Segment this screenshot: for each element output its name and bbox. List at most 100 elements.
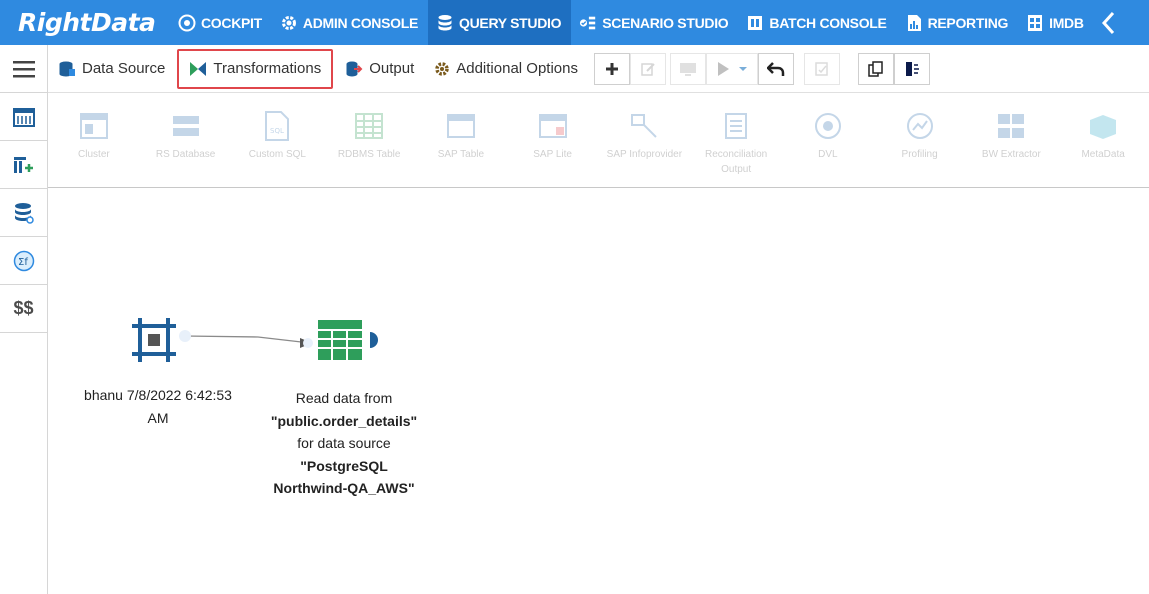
transform-icon <box>189 61 207 77</box>
rightdata-logo[interactable]: RightData <box>0 0 170 45</box>
palette-item-reconciliation-output[interactable]: Reconciliation Output <box>690 93 782 187</box>
left-sidebar: Σf $$ <box>0 45 48 594</box>
rs-database-icon <box>171 111 201 141</box>
tab-output[interactable]: Output <box>335 51 424 87</box>
read-node-caption-line4: "PostgreSQL <box>300 457 388 474</box>
undo-button[interactable] <box>757 52 794 85</box>
palette-item-rdbms-table[interactable]: RDBMS Table <box>323 93 415 187</box>
tab-data-source-label: Data Source <box>82 60 166 77</box>
imdb-icon <box>1026 14 1044 32</box>
edit-icon <box>641 62 655 76</box>
gear-icon <box>280 14 298 32</box>
check-doc-icon <box>815 61 828 76</box>
table-icon <box>318 320 378 360</box>
palette-item-custom-sql[interactable]: SQL Custom SQL <box>232 93 324 187</box>
palette-item-cluster[interactable]: Cluster <box>48 93 140 187</box>
nav-query-studio[interactable]: QUERY STUDIO <box>428 0 572 45</box>
read-node-caption-line5: Northwind-QA_AWS" <box>273 480 415 496</box>
workflow-canvas[interactable]: bhanu 7/8/2022 6:42:53 AM Read data from… <box>48 189 1149 594</box>
sap-table-icon <box>446 111 476 141</box>
nav-reporting[interactable]: REPORTING <box>897 0 1019 45</box>
nav-scenario-studio-label: SCENARIO STUDIO <box>602 14 729 31</box>
palette-item-sap-lite[interactable]: SAP Lite <box>507 93 599 187</box>
palette-item-dvl[interactable]: DVL <box>782 93 874 187</box>
source-node-caption-line1: bhanu 7/8/2022 6:42:53 <box>84 387 232 403</box>
copy-icon <box>868 60 883 77</box>
palette-item-bw-extractor[interactable]: BW Extractor <box>966 93 1058 187</box>
dvl-icon <box>813 111 843 141</box>
palette-label: Profiling <box>901 149 938 160</box>
read-table-node[interactable] <box>316 318 380 364</box>
nav-admin-console[interactable]: ADMIN CONSOLE <box>272 0 428 45</box>
source-node[interactable] <box>130 316 178 364</box>
edit-button[interactable] <box>629 52 666 85</box>
tab-additional-options[interactable]: Additional Options <box>424 51 588 87</box>
chevron-left-icon[interactable] <box>1097 10 1121 36</box>
source-node-icon <box>132 318 176 362</box>
palette-label: MetaData <box>1081 149 1125 160</box>
add-button[interactable] <box>593 52 630 85</box>
tab-data-source[interactable]: Data Source <box>48 51 175 87</box>
report-icon <box>905 14 923 32</box>
batch-icon <box>746 14 764 32</box>
function-icon[interactable]: Σf <box>0 237 47 285</box>
palette-label: SAP Infoprovider <box>606 149 683 160</box>
nav-imdb[interactable]: IMDB <box>1018 0 1094 45</box>
nav-reporting-label: REPORTING <box>927 14 1009 31</box>
reconciliation-icon <box>721 111 751 141</box>
palette-label: Reconciliation Output <box>704 149 768 175</box>
nav-scenario-studio[interactable]: SCENARIO STUDIO <box>571 0 738 45</box>
cluster-icon <box>79 111 109 141</box>
svg-text:Σf: Σf <box>18 257 28 268</box>
layout-button[interactable] <box>893 52 930 85</box>
svg-text:SQL: SQL <box>270 127 284 135</box>
sidebar-dollars-item[interactable]: $$ <box>0 285 47 333</box>
hamburger-menu-icon[interactable] <box>0 45 47 93</box>
palette-item-sap-table[interactable]: SAP Table <box>415 93 507 187</box>
tab-transformations-label: Transformations <box>213 60 322 77</box>
read-node-caption-line1: Read data from <box>295 390 393 406</box>
palette-item-sap-infoprovider[interactable]: SAP Infoprovider <box>599 93 691 187</box>
palette-item-rs-database[interactable]: RS Database <box>140 93 232 187</box>
nav-cockpit-label: COCKPIT <box>201 14 262 31</box>
database-icon <box>436 14 454 32</box>
palette-item-metadata[interactable]: MetaData <box>1057 93 1149 187</box>
read-node-caption-line2: "public.order_details" <box>270 412 418 429</box>
data-source-icon <box>58 60 76 78</box>
palette-item-profiling[interactable]: Profiling <box>874 93 966 187</box>
palette-label: RS Database <box>155 149 216 160</box>
toolbar: Data Source Transformations Output Addit… <box>48 45 1149 92</box>
nav-imdb-label: IMDB <box>1049 14 1084 31</box>
toolbar-actions <box>593 52 930 85</box>
sap-lite-icon <box>538 111 568 141</box>
nav-cockpit[interactable]: COCKPIT <box>170 0 272 45</box>
add-table-icon[interactable] <box>0 141 47 189</box>
run-button[interactable] <box>705 52 758 85</box>
tab-transformations[interactable]: Transformations <box>177 48 334 89</box>
palette-label: Cluster <box>78 149 110 160</box>
copy-button[interactable] <box>857 52 894 85</box>
plus-icon <box>605 62 618 75</box>
nav-admin-console-label: ADMIN CONSOLE <box>302 14 419 31</box>
validate-button[interactable] <box>803 52 840 85</box>
calendar-grid-icon[interactable] <box>0 93 47 141</box>
table-icon <box>354 111 384 141</box>
undo-icon <box>766 61 785 76</box>
palette-label: SAP Lite <box>533 149 572 160</box>
preview-button[interactable] <box>669 52 706 85</box>
database-query-icon[interactable] <box>0 189 47 237</box>
bw-extractor-icon <box>996 111 1026 141</box>
output-icon <box>345 60 363 78</box>
read-node-caption-line3: for data source <box>297 435 391 451</box>
play-icon <box>717 61 747 76</box>
layout-icon <box>905 61 919 76</box>
palette-label: SAP Table <box>437 149 485 160</box>
nav-batch-console[interactable]: BATCH CONSOLE <box>738 0 896 45</box>
tab-output-label: Output <box>369 60 415 77</box>
sap-infoprovider-icon <box>629 111 659 141</box>
tab-additional-options-label: Additional Options <box>456 60 578 77</box>
source-node-caption: bhanu 7/8/2022 6:42:53 AM <box>68 384 248 430</box>
cockpit-icon <box>178 14 196 32</box>
gear-icon <box>434 61 450 77</box>
top-navigation-bar: RightData COCKPIT ADMIN CONSOLE QUERY ST… <box>0 0 1149 45</box>
